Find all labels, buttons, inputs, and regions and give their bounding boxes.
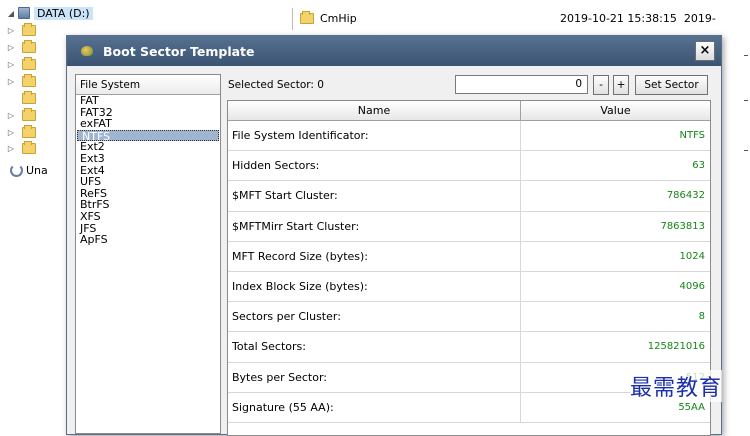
file-system-header[interactable]: File System (76, 75, 220, 95)
drive-icon (18, 7, 30, 19)
close-button[interactable]: × (695, 41, 715, 61)
boot-sector-dialog: Boot Sector Template × File System FAT FA… (66, 35, 722, 436)
table-row[interactable]: MFT Record Size (bytes): 1024 (228, 241, 710, 272)
row-value: 125821016 (647, 341, 705, 353)
collapse-arrow-icon[interactable]: ▷ (6, 77, 16, 86)
sector-input[interactable]: 0 (455, 75, 588, 94)
file-date-value: 2019-10-21 15:38:15 (560, 12, 677, 25)
collapse-arrow-icon[interactable]: ▷ (6, 43, 16, 52)
file-system-items: FAT FAT32 exFAT NTFS Ext2 Ext3 Ext4 UFS ReFS BtrF… (76, 95, 220, 246)
column-header-name[interactable]: Name (228, 101, 521, 120)
grid-header: Name Value (228, 101, 710, 121)
increment-button[interactable]: + (613, 75, 629, 95)
row-name: $MFTMirr Start Cluster: (228, 211, 521, 241)
row-value: NTFS (679, 130, 705, 141)
watermark: 最需教育 (630, 370, 723, 402)
row-name: MFT Record Size (bytes): (228, 241, 521, 271)
row-value: 786432 (666, 190, 705, 202)
file-row[interactable]: CmHip (300, 11, 357, 25)
row-name: Hidden Sectors: (228, 151, 521, 181)
dialog-titlebar[interactable]: Boot Sector Template (67, 36, 721, 66)
row-value: 7863813 (660, 220, 705, 232)
table-row[interactable]: Sectors per Cluster: 8 (228, 302, 710, 333)
row-value: 4096 (679, 280, 705, 292)
row-value: 8 (698, 311, 705, 323)
file-system-item[interactable]: UFS (76, 176, 220, 188)
file-date: 2019-10-21 15:38:15 2019- (560, 12, 716, 25)
table-row[interactable]: Total Sectors: 125821016 (228, 332, 710, 363)
set-sector-button[interactable]: Set Sector (635, 75, 708, 95)
tree-row-folder[interactable]: ▷ (6, 107, 36, 123)
row-name: Index Block Size (bytes): (228, 271, 521, 302)
tree-row-unallocated[interactable]: Una (6, 162, 48, 178)
collapse-arrow-icon[interactable]: ▷ (6, 60, 16, 69)
row-name: Signature (55 AA): (228, 392, 521, 422)
tree-row-folder[interactable]: ▷ (6, 124, 36, 140)
app-icon (81, 46, 93, 56)
sector-toolbar: Selected Sector: 0 0 - + Set Sector (227, 74, 715, 96)
collapse-arrow-icon[interactable]: ▷ (6, 144, 16, 153)
row-name: Total Sectors: (228, 332, 521, 362)
table-row[interactable]: $MFTMirr Start Cluster: 7863813 (228, 211, 710, 242)
tree-row-folder[interactable] (6, 90, 36, 106)
tree-row-drive[interactable]: ◢ DATA (D:) (6, 5, 93, 21)
file-system-item[interactable]: ApFS (76, 234, 220, 246)
table-row[interactable]: Hidden Sectors: 63 (228, 151, 710, 182)
folder-icon (22, 107, 36, 121)
file-name[interactable]: CmHip (320, 12, 357, 25)
drive-label[interactable]: DATA (D:) (34, 6, 93, 20)
row-name: $MFT Start Cluster: (228, 181, 521, 211)
column-divider (292, 8, 293, 30)
file-system-item[interactable]: XFS (76, 211, 220, 223)
edge-mark (744, 100, 748, 101)
edge-mark (744, 150, 748, 151)
decrement-button[interactable]: - (593, 75, 609, 95)
collapse-arrow-icon[interactable]: ▷ (6, 26, 16, 35)
file-system-item[interactable]: exFAT (76, 118, 220, 130)
edge-mark (744, 55, 748, 56)
dialog-title: Boot Sector Template (103, 43, 255, 59)
tree-row-folder[interactable]: ▷ (6, 73, 36, 89)
tree-row-folder[interactable]: ▷ (6, 39, 36, 55)
collapse-arrow-icon[interactable]: ▷ (6, 128, 16, 137)
table-row[interactable]: Index Block Size (bytes): 4096 (228, 271, 710, 303)
tree-row-folder[interactable]: ▷ (6, 140, 36, 156)
file-system-item[interactable]: Ext3 (76, 153, 220, 165)
file-system-list: File System FAT FAT32 exFAT NTFS Ext2 Ext3 Ext… (75, 74, 221, 434)
row-value: 1024 (679, 250, 705, 262)
collapse-arrow-icon[interactable]: ▷ (6, 111, 16, 120)
folder-icon (22, 56, 36, 70)
expand-arrow-icon[interactable]: ◢ (6, 9, 16, 18)
selected-sector-label: Selected Sector: 0 (228, 79, 324, 91)
folder-icon (22, 73, 36, 87)
tree-row-folder[interactable]: ▷ (6, 22, 36, 38)
folder-icon (22, 90, 36, 104)
row-name: Bytes per Sector: (228, 362, 521, 392)
row-value: 63 (692, 160, 705, 172)
folder-icon (300, 11, 314, 24)
tree-row-folder[interactable]: ▷ (6, 56, 36, 72)
folder-icon (22, 140, 36, 154)
folder-icon (22, 39, 36, 53)
unallocated-label[interactable]: Una (26, 164, 48, 177)
file-system-item[interactable]: FAT (76, 95, 220, 107)
column-header-value[interactable]: Value (521, 101, 710, 120)
table-row[interactable]: File System Identificator: NTFS (228, 121, 710, 152)
row-name: File System Identificator: (228, 121, 521, 151)
file-date-clipped: 2019- (683, 12, 716, 25)
unallocated-icon (10, 163, 23, 177)
folder-icon (22, 22, 36, 36)
row-name: Sectors per Cluster: (228, 302, 521, 332)
folder-icon (22, 124, 36, 138)
table-row[interactable]: $MFT Start Cluster: 786432 (228, 181, 710, 212)
